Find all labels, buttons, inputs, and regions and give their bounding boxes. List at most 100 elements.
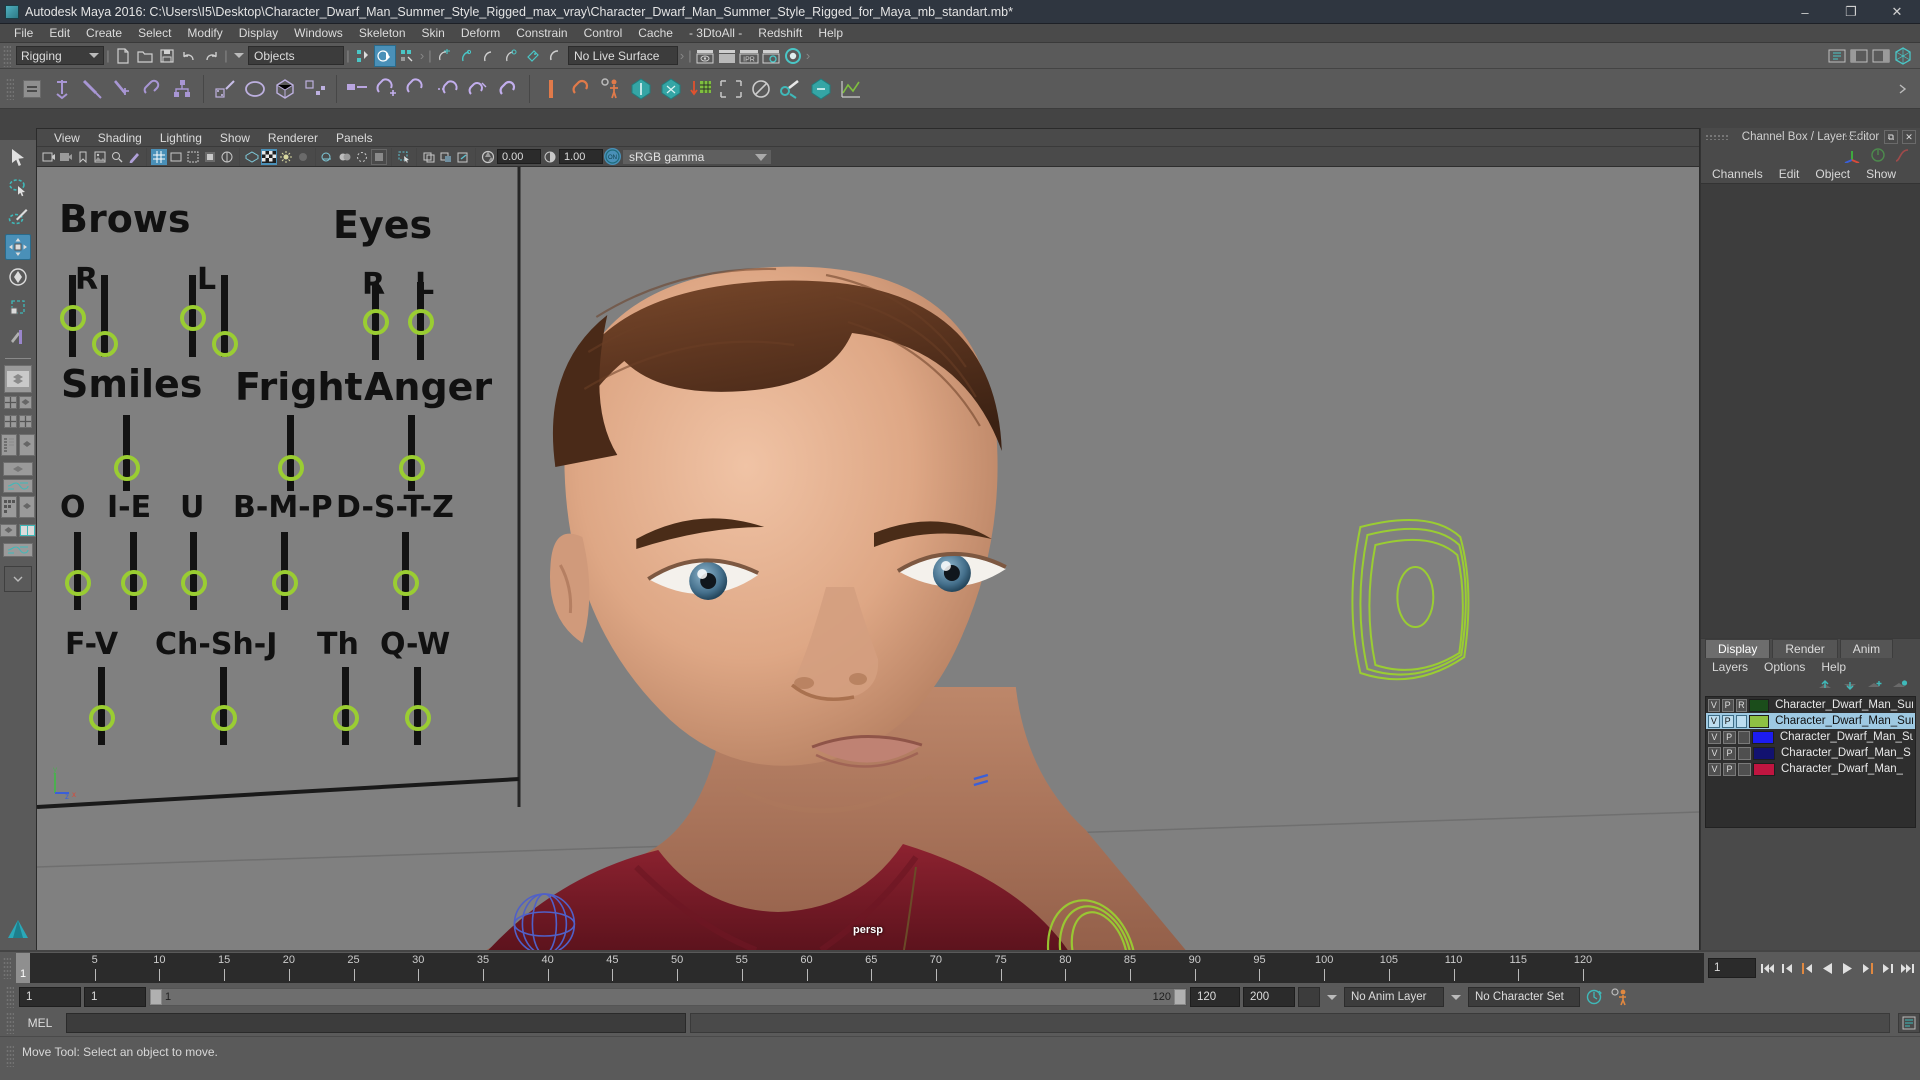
shelf-overflow-icon[interactable] bbox=[1892, 78, 1914, 100]
quick-layout-more-icon[interactable] bbox=[4, 566, 32, 592]
step-forward-key-icon[interactable] bbox=[1879, 958, 1896, 978]
menu-item-create[interactable]: Create bbox=[78, 25, 130, 41]
menu-item-windows[interactable]: Windows bbox=[286, 25, 351, 41]
rig-slider-handle[interactable] bbox=[408, 309, 434, 335]
anim-layer-dropdown[interactable]: No Anim Layer bbox=[1344, 987, 1444, 1007]
new-scene-icon[interactable] bbox=[112, 45, 134, 67]
move-layer-down-icon[interactable] bbox=[1842, 679, 1858, 692]
rig-slider-handle[interactable] bbox=[92, 331, 118, 357]
ipr-render-icon[interactable]: IPR bbox=[738, 45, 760, 67]
viewport-menu-renderer[interactable]: Renderer bbox=[259, 131, 327, 145]
snap-to-curve-icon[interactable] bbox=[456, 45, 478, 67]
parent-constraint-icon[interactable] bbox=[167, 74, 197, 104]
quick-layout-outliner-persp-icon[interactable] bbox=[1, 434, 17, 456]
selection-mask-field[interactable]: Objects bbox=[248, 46, 344, 65]
snap-to-grid-icon[interactable] bbox=[434, 45, 456, 67]
select-by-component-icon[interactable] bbox=[396, 45, 418, 67]
smooth-shade-all-icon[interactable] bbox=[261, 148, 277, 165]
gamma-icon[interactable] bbox=[542, 149, 558, 165]
menu-item-modify[interactable]: Modify bbox=[179, 25, 230, 41]
quick-layout-hypershade-icon[interactable] bbox=[1, 496, 17, 518]
close-button[interactable]: ✕ bbox=[1874, 0, 1920, 24]
layer-menu-options[interactable]: Options bbox=[1757, 660, 1812, 674]
display-layer-row[interactable]: VP Character_Dwarf_Man_Summ bbox=[1706, 713, 1915, 729]
menu-item-redshift[interactable]: Redshift bbox=[750, 25, 810, 41]
toolbar-grip[interactable] bbox=[3, 44, 11, 67]
anti-aliasing-icon[interactable] bbox=[354, 149, 370, 165]
range-right-handle[interactable] bbox=[1174, 989, 1186, 1005]
menu-item-select[interactable]: Select bbox=[130, 25, 179, 41]
camera-attributes-icon[interactable] bbox=[58, 149, 74, 165]
rig-slider-handle[interactable] bbox=[65, 570, 91, 596]
command-output-field[interactable] bbox=[690, 1013, 1890, 1033]
menu-item-deform[interactable]: Deform bbox=[453, 25, 508, 41]
menu-item-skin[interactable]: Skin bbox=[414, 25, 453, 41]
mirror-blend-shape-icon[interactable] bbox=[463, 74, 493, 104]
exposure-icon[interactable] bbox=[219, 149, 235, 165]
rig-slider-handle[interactable] bbox=[405, 705, 431, 731]
playback-start-time-field[interactable]: 1 bbox=[84, 987, 146, 1007]
menu-item-edit[interactable]: Edit bbox=[41, 25, 78, 41]
rig-slider-handle[interactable] bbox=[181, 570, 207, 596]
layer-visibility-toggle[interactable]: V bbox=[1708, 714, 1720, 728]
add-blend-shape-target-icon[interactable] bbox=[373, 74, 403, 104]
xray-joints-icon[interactable] bbox=[438, 149, 454, 165]
range-left-handle[interactable] bbox=[150, 989, 162, 1005]
rig-slider-handle[interactable] bbox=[278, 455, 304, 481]
rig-slider-handle[interactable] bbox=[121, 570, 147, 596]
select-tool-icon[interactable] bbox=[5, 144, 31, 170]
rig-slider-handle[interactable] bbox=[211, 705, 237, 731]
character-set-chevron-icon[interactable] bbox=[1451, 994, 1461, 1000]
edit-blend-shape-icon[interactable] bbox=[403, 74, 433, 104]
display-layer-row[interactable]: V P Character_Dwarf_Man_Su bbox=[1706, 729, 1915, 745]
display-layer-row[interactable]: V P Character_Dwarf_Man_S bbox=[1706, 745, 1915, 761]
play-forwards-icon[interactable] bbox=[1839, 958, 1856, 978]
rotate-tool-icon[interactable] bbox=[5, 264, 31, 290]
go-to-start-icon[interactable] bbox=[1759, 958, 1776, 978]
bookmarks-icon[interactable] bbox=[75, 149, 91, 165]
rig-slider-handle[interactable] bbox=[333, 705, 359, 731]
channel-box-toggle-icon[interactable] bbox=[1870, 45, 1892, 67]
select-by-hierarchy-icon[interactable] bbox=[352, 45, 374, 67]
quick-layout-persp-graph-2-icon[interactable] bbox=[3, 543, 33, 557]
edit-rig-icon[interactable] bbox=[776, 74, 806, 104]
grease-pencil-icon[interactable] bbox=[126, 149, 142, 165]
create-constraint-icon[interactable] bbox=[137, 74, 167, 104]
rig-slider-handle[interactable] bbox=[363, 309, 389, 335]
channel-menu-channels[interactable]: Channels bbox=[1705, 167, 1770, 181]
human-ik-retarget-icon[interactable] bbox=[806, 74, 836, 104]
human-ik-icon[interactable] bbox=[626, 74, 656, 104]
rig-slider-handle[interactable] bbox=[60, 305, 86, 331]
menu-item-control[interactable]: Control bbox=[576, 25, 631, 41]
move-layer-up-icon[interactable] bbox=[1817, 679, 1833, 692]
channel-menu-object[interactable]: Object bbox=[1808, 167, 1857, 181]
gamma-value-field[interactable]: 1.00 bbox=[559, 149, 603, 164]
render-settings-icon[interactable] bbox=[760, 45, 782, 67]
display-layer-row[interactable]: V P Character_Dwarf_Man_ bbox=[1706, 761, 1915, 777]
exposure-value-field[interactable]: 0.00 bbox=[497, 149, 541, 164]
human-ik-definition-icon[interactable] bbox=[656, 74, 686, 104]
viewport-menu-show[interactable]: Show bbox=[211, 131, 259, 145]
menu-item-constrain[interactable]: Constrain bbox=[508, 25, 575, 41]
current-time-indicator[interactable]: 1 bbox=[16, 953, 30, 983]
layer-playback-toggle[interactable]: P bbox=[1723, 762, 1736, 776]
menu-item-cache[interactable]: Cache bbox=[630, 25, 681, 41]
animation-preferences-icon[interactable] bbox=[1608, 987, 1632, 1007]
paint-select-tool-icon[interactable] bbox=[5, 204, 31, 230]
tool-settings-toggle-icon[interactable] bbox=[1848, 45, 1870, 67]
command-line-grip[interactable] bbox=[6, 1012, 14, 1034]
film-gate-icon[interactable] bbox=[168, 149, 184, 165]
multisample-icon[interactable] bbox=[371, 148, 387, 165]
shelf-menu-icon[interactable] bbox=[23, 79, 41, 98]
snap-to-point-icon[interactable] bbox=[478, 45, 500, 67]
menu-item-3dtoall[interactable]: - 3DtoAll - bbox=[681, 25, 750, 41]
skeleton-joint-tool-icon[interactable] bbox=[47, 74, 77, 104]
gate-mask-icon[interactable] bbox=[202, 149, 218, 165]
range-bar[interactable]: 1 120 bbox=[149, 988, 1187, 1006]
motion-blur-icon[interactable] bbox=[337, 149, 353, 165]
quick-layout-single-perspective-icon[interactable] bbox=[4, 365, 32, 393]
shadows-icon[interactable] bbox=[295, 149, 311, 165]
display-layer-row[interactable]: VPR Character_Dwarf_Man_Summ bbox=[1706, 697, 1915, 713]
channel-menu-show[interactable]: Show bbox=[1859, 167, 1903, 181]
move-tool-icon[interactable] bbox=[5, 234, 31, 260]
